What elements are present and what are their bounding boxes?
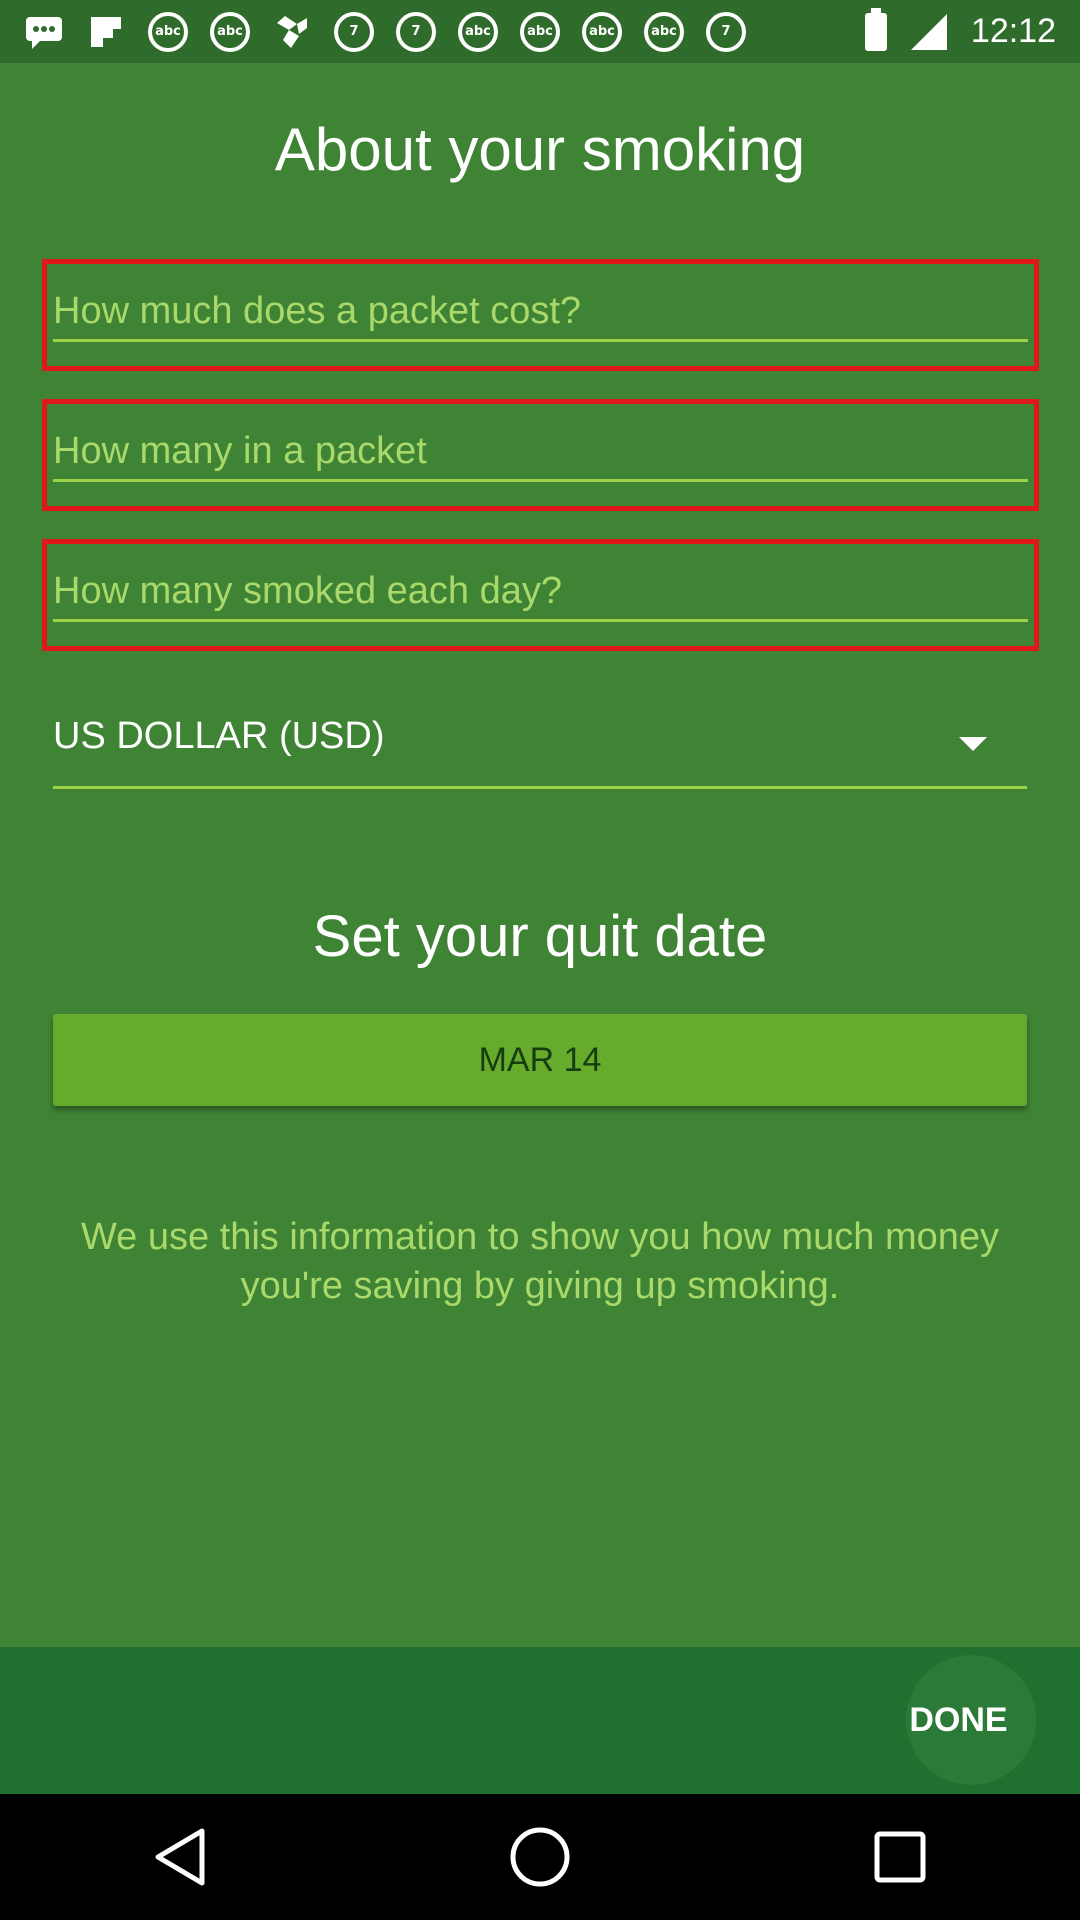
packet-count-input[interactable] xyxy=(53,424,1028,482)
page-title: About your smoking xyxy=(274,116,806,183)
recents-icon[interactable] xyxy=(860,1817,940,1897)
abc7-icon: 7 xyxy=(706,11,746,52)
packet-cost-field-container xyxy=(42,259,1039,371)
battery-icon xyxy=(864,7,887,51)
abc7-icon: 7 xyxy=(396,11,436,52)
abc-news-icon: abc xyxy=(210,11,250,52)
message-icon xyxy=(24,12,64,52)
info-text: We use this information to show you how … xyxy=(80,1216,1000,1307)
notification-icons: abc abc 7 7 abc abc abc abc 7 xyxy=(24,11,746,52)
daily-smoked-field-container xyxy=(42,539,1039,651)
abc-news-icon: abc xyxy=(582,11,622,52)
clock: 12:12 xyxy=(970,12,1056,50)
packet-count-field-container xyxy=(42,399,1039,511)
flipboard-icon xyxy=(86,12,126,52)
signal-icon xyxy=(909,12,949,52)
system-status: 12:12 xyxy=(864,7,1056,52)
currency-dropdown[interactable]: US DOLLAR (USD) xyxy=(53,701,1027,789)
quit-date-title: Set your quit date xyxy=(312,904,768,969)
abc-news-icon: abc xyxy=(520,11,560,52)
quit-date-button[interactable]: MAR 14 xyxy=(53,1014,1027,1106)
currency-selected-value: US DOLLAR (USD) xyxy=(53,715,385,757)
dropbox-icon xyxy=(272,12,312,52)
status-bar: abc abc 7 7 abc abc abc abc 7 12:12 xyxy=(0,0,1080,63)
home-icon[interactable] xyxy=(500,1817,580,1897)
abc-news-icon: abc xyxy=(644,11,684,52)
daily-smoked-input[interactable] xyxy=(53,564,1028,622)
abc7-icon: 7 xyxy=(334,11,374,52)
action-bar: DONE xyxy=(0,1647,1080,1794)
navigation-bar xyxy=(0,1794,1080,1920)
chevron-down-icon xyxy=(959,737,987,751)
done-button[interactable]: DONE xyxy=(906,1655,1036,1785)
smoking-info-screen: About your smoking US DOLLAR (USD) Set y… xyxy=(0,63,1080,1647)
packet-cost-input[interactable] xyxy=(53,284,1028,342)
abc-news-icon: abc xyxy=(148,11,188,52)
back-icon[interactable] xyxy=(140,1817,220,1897)
abc-news-icon: abc xyxy=(458,11,498,52)
